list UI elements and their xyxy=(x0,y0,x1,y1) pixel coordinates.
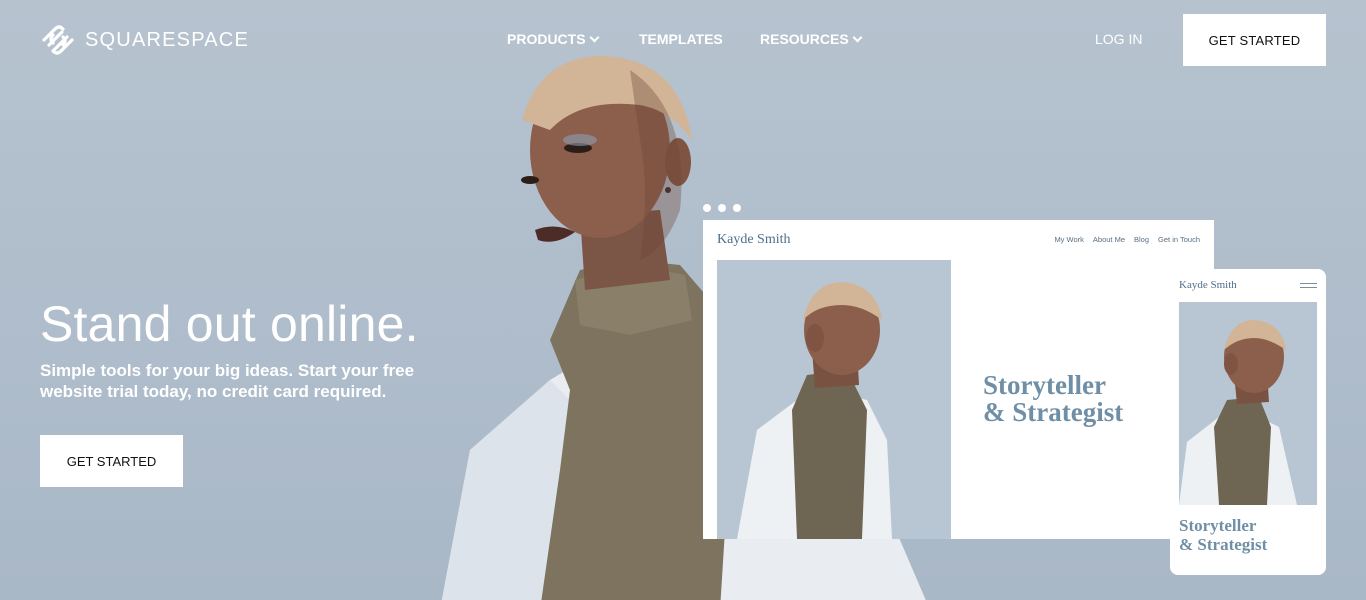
nav-resources[interactable]: RESOURCES xyxy=(760,31,863,47)
chevron-down-icon xyxy=(852,32,863,42)
preview-title: Storyteller & Strategist xyxy=(983,372,1123,426)
hero-subtext: Simple tools for your big ideas. Start y… xyxy=(40,361,415,401)
preview-nav-item: Blog xyxy=(1134,235,1150,244)
mobile-preview-portrait-image xyxy=(1179,302,1317,505)
preview-nav-item: My Work xyxy=(1054,235,1084,244)
preview-title-line2: & Strategist xyxy=(983,397,1124,427)
mobile-preview-title: Storyteller & Strategist xyxy=(1179,516,1267,554)
hamburger-menu-icon xyxy=(1300,283,1317,291)
nav-templates[interactable]: TEMPLATES xyxy=(639,31,723,47)
nav-products[interactable]: PRODUCTS xyxy=(507,31,600,47)
mobile-preview-brand: Kayde Smith xyxy=(1179,279,1237,291)
brand-logo[interactable]: SQUARESPACE xyxy=(40,25,249,55)
window-dot xyxy=(703,204,711,212)
browser-window-dots xyxy=(703,204,741,212)
page: SQUARESPACE PRODUCTS TEMPLATES RESOURCES… xyxy=(0,0,1366,600)
chevron-down-icon xyxy=(589,32,600,42)
nav-templates-label: TEMPLATES xyxy=(639,31,723,47)
desktop-site-preview: Kayde Smith My Work About Me Blog Get in… xyxy=(703,220,1214,539)
preview-nav-item: About Me xyxy=(1092,235,1125,244)
preview-portrait-image xyxy=(717,260,951,539)
window-dot xyxy=(718,204,726,212)
squarespace-logo-icon xyxy=(42,25,74,55)
get-started-header-button[interactable]: GET STARTED xyxy=(1183,14,1326,66)
hero-headline: Stand out online. xyxy=(40,296,419,352)
preview-nav: My Work About Me Blog Get in Touch xyxy=(1054,235,1200,244)
window-dot xyxy=(733,204,741,212)
get-started-hero-button[interactable]: GET STARTED xyxy=(40,435,183,487)
mobile-preview-title-line2: & Strategist xyxy=(1179,535,1268,554)
preview-title-line1: Storyteller xyxy=(983,370,1106,400)
nav-resources-label: RESOURCES xyxy=(760,31,849,47)
nav-products-label: PRODUCTS xyxy=(507,31,586,47)
brand-name: SQUARESPACE xyxy=(85,28,249,51)
login-link[interactable]: LOG IN xyxy=(1095,31,1142,47)
preview-nav-item: Get in Touch xyxy=(1158,235,1200,244)
mobile-preview-title-line1: Storyteller xyxy=(1179,516,1257,535)
preview-brand: Kayde Smith xyxy=(717,232,791,247)
mobile-site-preview: Kayde Smith Storyteller & Strategist xyxy=(1170,269,1326,575)
